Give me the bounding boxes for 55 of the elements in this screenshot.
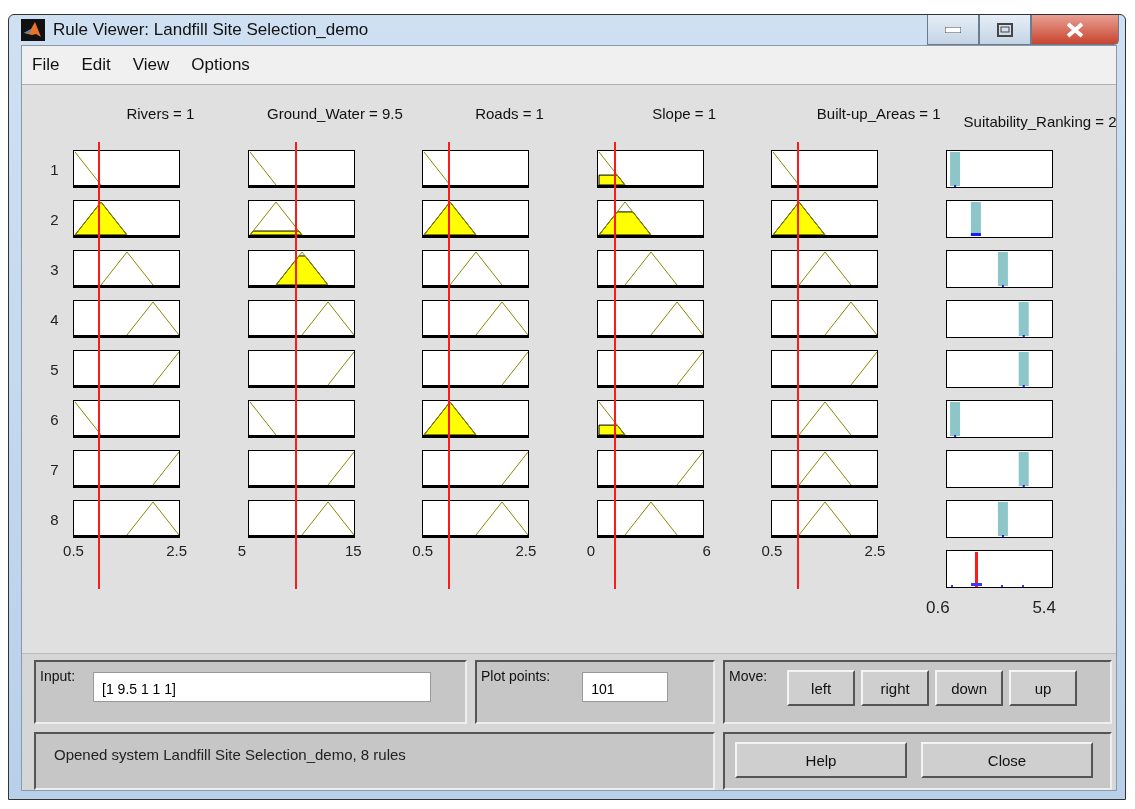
close-window-button[interactable] (1031, 15, 1119, 45)
variable-header: Rivers = 1 (126, 105, 195, 124)
axis-tick-label: 6 (702, 542, 711, 559)
status-message: Opened system Landfill Site Selection_demo, 8 rules (54, 746, 406, 763)
axis-tick-label: 15 (344, 542, 362, 559)
move-button[interactable]: down (935, 670, 1004, 706)
rule-number[interactable]: 6 (36, 400, 74, 438)
input-value-line[interactable] (613, 142, 616, 589)
menu-item[interactable]: File (32, 55, 60, 75)
input-value-line[interactable] (97, 142, 100, 589)
maximize-icon (997, 22, 1013, 37)
axis-tick-label: 2.5 (864, 542, 886, 559)
help-button[interactable]: Help (735, 742, 907, 778)
input-value-line[interactable] (797, 142, 800, 589)
menu-item[interactable]: Edit (81, 55, 111, 75)
axis-tick-label: 5 (237, 542, 246, 559)
plot-points-label: Plot points: (481, 668, 551, 684)
move-button[interactable]: right (861, 670, 930, 706)
close-button[interactable]: Close (921, 742, 1093, 778)
variable-header: Built-up_Areas = 1 (816, 105, 941, 124)
axis-tick-label: 0.5 (412, 542, 434, 559)
output-header: Suitability_Ranking = 2 (963, 113, 1117, 132)
minimize-icon (945, 26, 961, 33)
menu-item[interactable]: Options (191, 55, 250, 75)
menu-item[interactable]: View (132, 55, 170, 75)
axis-tick-label: 5.4 (1032, 598, 1057, 618)
input-value-line[interactable] (447, 142, 450, 589)
move-label: Move: (729, 668, 768, 684)
window-title: Rule Viewer: Landfill Site Selection_demo (53, 20, 369, 40)
move-button[interactable]: left (787, 670, 856, 706)
move-button[interactable]: up (1009, 670, 1078, 706)
app-logo-icon (21, 19, 45, 41)
axis-tick-label: 2.5 (515, 542, 537, 559)
axis-tick-label: 2.5 (166, 542, 188, 559)
rule-number[interactable]: 8 (36, 500, 74, 538)
input-value-line[interactable] (294, 142, 297, 589)
plot-points-field[interactable]: 101 (582, 672, 669, 702)
axis-tick-label: 0.6 (926, 598, 950, 618)
rule-number[interactable]: 7 (36, 450, 74, 488)
maximize-button[interactable] (979, 15, 1031, 45)
minimize-button[interactable] (927, 15, 979, 45)
rule-number[interactable]: 3 (36, 250, 74, 288)
axis-tick-label: 0 (586, 542, 596, 559)
rule-number[interactable]: 5 (36, 350, 74, 388)
variable-header: Slope = 1 (652, 105, 717, 124)
input-field[interactable]: [1 9.5 1 1 1] (93, 672, 432, 702)
close-icon (1066, 21, 1084, 38)
rule-number[interactable]: 4 (36, 300, 74, 338)
variable-header: Roads = 1 (475, 105, 544, 124)
variable-header: Ground_Water = 9.5 (267, 105, 403, 124)
axis-tick-label: 0.5 (63, 542, 84, 559)
input-label: Input: (40, 668, 76, 684)
rule-number[interactable]: 1 (36, 150, 74, 188)
axis-tick-label: 0.5 (761, 542, 783, 559)
rule-number[interactable]: 2 (36, 200, 74, 238)
